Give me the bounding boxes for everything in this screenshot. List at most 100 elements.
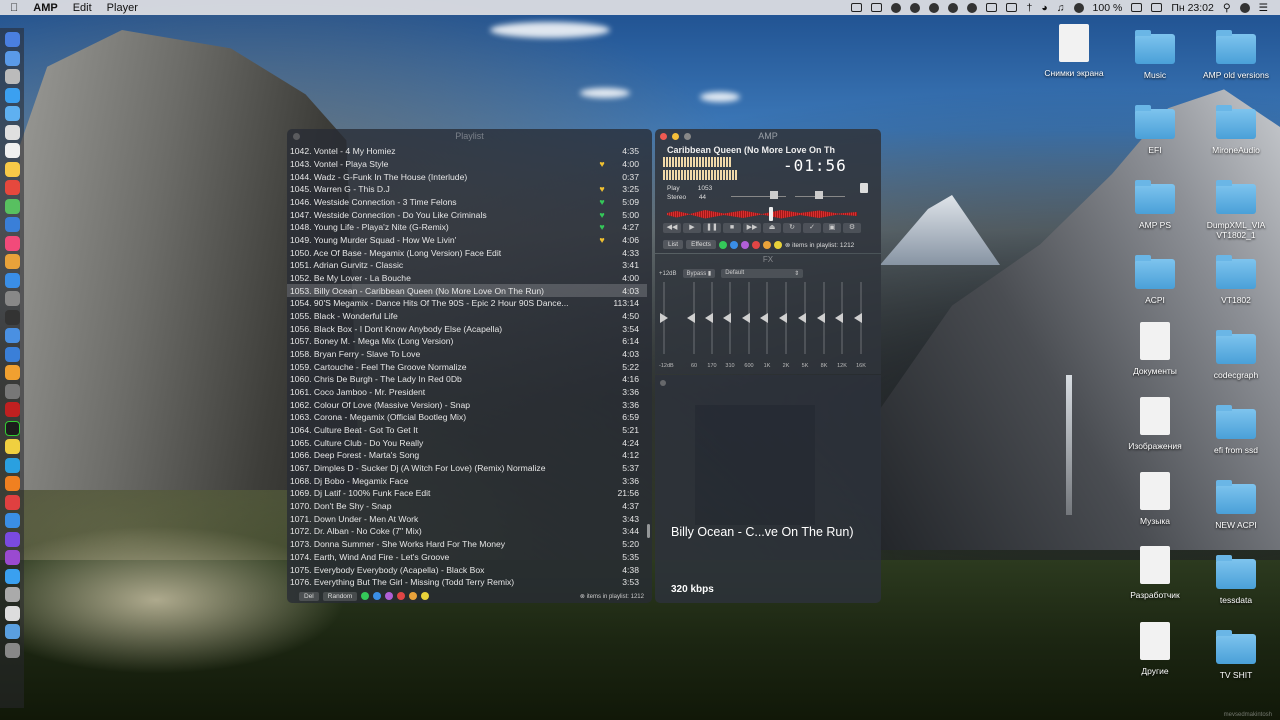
messages-icon[interactable]: [4, 198, 20, 214]
search-icon[interactable]: ⚲: [1223, 2, 1231, 14]
eject-icon[interactable]: ⏏: [763, 223, 781, 233]
desktop-item[interactable]: efi from ssd: [1191, 403, 1280, 455]
playlist-window[interactable]: Playlist 1042. Vontel - 4 My Homiez 4:35 1…: [287, 129, 652, 603]
desktop-item[interactable]: MironeAudio: [1191, 103, 1280, 155]
track-row[interactable]: 1043. Vontel - Playa Style ♥ 4:00: [287, 158, 647, 171]
bypass-toggle[interactable]: Bypass ▮: [682, 269, 716, 278]
lock-icon[interactable]: [4, 439, 20, 454]
sync-app-icon[interactable]: [4, 513, 20, 528]
battery-icon[interactable]: [1131, 3, 1143, 12]
playlist-titlebar[interactable]: Playlist: [287, 129, 652, 143]
preset-select[interactable]: Default ⇕: [721, 269, 804, 278]
terminal-icon[interactable]: [4, 309, 20, 325]
menu-app-name[interactable]: AMP: [33, 2, 57, 14]
track-row[interactable]: 1049. Young Murder Squad - How We Livin'…: [287, 234, 647, 247]
flag-icon[interactable]: [1151, 3, 1163, 12]
track-row[interactable]: 1047. Westside Connection - Do You Like …: [287, 208, 647, 221]
tool-icon[interactable]: [4, 383, 20, 399]
volume-knob[interactable]: [815, 191, 823, 199]
desktop-item[interactable]: Music: [1110, 28, 1200, 80]
recorder-icon[interactable]: [4, 402, 20, 417]
menu-list-icon[interactable]: ☰: [1259, 2, 1268, 14]
check-icon[interactable]: ✓: [803, 223, 821, 233]
accessibility-icon[interactable]: [910, 2, 921, 13]
appstore-icon[interactable]: [4, 272, 20, 288]
eq-band-slider[interactable]: [854, 282, 862, 354]
desktop-item[interactable]: ACPI: [1110, 253, 1200, 305]
color-tag-icon[interactable]: [740, 240, 749, 249]
preamp-slider[interactable]: [660, 282, 668, 354]
rocket-icon[interactable]: [4, 69, 20, 84]
balance-knob[interactable]: [770, 191, 778, 199]
repeat-icon[interactable]: ↻: [783, 223, 801, 233]
eq-band-slider[interactable]: [742, 282, 750, 354]
desktop-item[interactable]: tessdata: [1191, 553, 1280, 605]
desktop-item[interactable]: Разработчик: [1110, 546, 1200, 600]
color-tag-icon[interactable]: [385, 592, 394, 600]
color-tag-icon[interactable]: [762, 240, 771, 249]
minimize-icon[interactable]: [672, 133, 679, 140]
heart-icon[interactable]: ♥: [595, 222, 609, 232]
desktop-item[interactable]: codecgraph: [1191, 328, 1280, 380]
pan-knob[interactable]: [860, 183, 868, 193]
track-row[interactable]: 1050. Ace Of Base - Megamix (Long Versio…: [287, 246, 647, 259]
track-row[interactable]: 1070. Don't Be Shy - Snap 4:37: [287, 500, 647, 513]
color-tag-icon[interactable]: [773, 240, 782, 249]
eq-band-slider[interactable]: [798, 282, 806, 354]
slider-knob-icon[interactable]: [760, 313, 768, 323]
eq-band-slider[interactable]: [817, 282, 825, 354]
slider-knob-icon[interactable]: [705, 313, 713, 323]
desktop-item[interactable]: EFI: [1110, 103, 1200, 155]
activity-icon[interactable]: [4, 420, 20, 436]
color-tag-icon[interactable]: [729, 240, 738, 249]
track-row[interactable]: 1054. 90'S Megamix - Dance Hits Of The 9…: [287, 297, 647, 310]
scrollbar[interactable]: [647, 524, 650, 538]
previous-icon[interactable]: ◀◀: [663, 223, 681, 233]
close-icon[interactable]: [660, 133, 667, 140]
trash-icon[interactable]: [4, 642, 20, 658]
track-row[interactable]: 1044. Wadz - G-Funk In The House (Interl…: [287, 170, 647, 183]
heart-icon[interactable]: ♥: [595, 235, 609, 245]
color-tag-icon[interactable]: [361, 592, 370, 600]
desktop-item[interactable]: AMP PS: [1110, 178, 1200, 230]
desktop-item[interactable]: DumpXML_VIA VT1802_1: [1191, 178, 1280, 240]
siri-icon[interactable]: [1239, 2, 1250, 13]
slider-knob-icon[interactable]: [660, 313, 668, 323]
desktop-item[interactable]: Изображения: [1110, 397, 1200, 451]
delete-button[interactable]: Del: [299, 591, 319, 601]
downloads-folder-icon[interactable]: [4, 624, 20, 639]
next-icon[interactable]: ▶▶: [743, 223, 761, 233]
launchpad-icon[interactable]: [4, 50, 20, 66]
network-icon[interactable]: [4, 568, 20, 584]
utility-icon[interactable]: [4, 346, 20, 362]
podcast-icon[interactable]: [4, 550, 20, 565]
clock[interactable]: Пн 23:02: [1171, 2, 1214, 14]
telegram-icon[interactable]: [4, 457, 20, 473]
player-window[interactable]: AMP Caribbean Queen (No More Love On Th …: [655, 129, 881, 253]
slider-knob-icon[interactable]: [687, 313, 695, 323]
document-icon[interactable]: [4, 605, 20, 621]
color-tag-icon[interactable]: [751, 240, 760, 249]
settings-icon[interactable]: ⚙: [843, 223, 861, 233]
color-tag-icon[interactable]: [421, 592, 430, 600]
battery-percent[interactable]: 100 %: [1093, 2, 1123, 14]
sketch-icon[interactable]: [4, 365, 20, 380]
track-row[interactable]: 1046. Westside Connection - 3 Time Felon…: [287, 196, 647, 209]
camera-icon[interactable]: [1006, 3, 1018, 12]
play-icon[interactable]: ▶: [683, 223, 701, 233]
zoom-icon[interactable]: [684, 133, 691, 140]
track-row[interactable]: 1073. Donna Summer - She Works Hard For …: [287, 538, 647, 551]
slider-knob-icon[interactable]: [798, 313, 806, 323]
seek-position[interactable]: [769, 207, 773, 221]
backup-icon[interactable]: [891, 2, 902, 13]
menu-edit[interactable]: Edit: [73, 2, 92, 14]
eq-band-slider[interactable]: [705, 282, 713, 354]
airplay-icon[interactable]: [851, 3, 863, 12]
eq-band-slider[interactable]: [835, 282, 843, 354]
finder-icon[interactable]: [4, 32, 20, 47]
color-tag-icon[interactable]: [397, 592, 406, 600]
desktop-item[interactable]: Музыка: [1110, 472, 1200, 526]
close-dot-icon[interactable]: [293, 133, 300, 140]
heart-icon[interactable]: ♥: [595, 184, 609, 194]
toggle-icon[interactable]: [986, 3, 998, 12]
